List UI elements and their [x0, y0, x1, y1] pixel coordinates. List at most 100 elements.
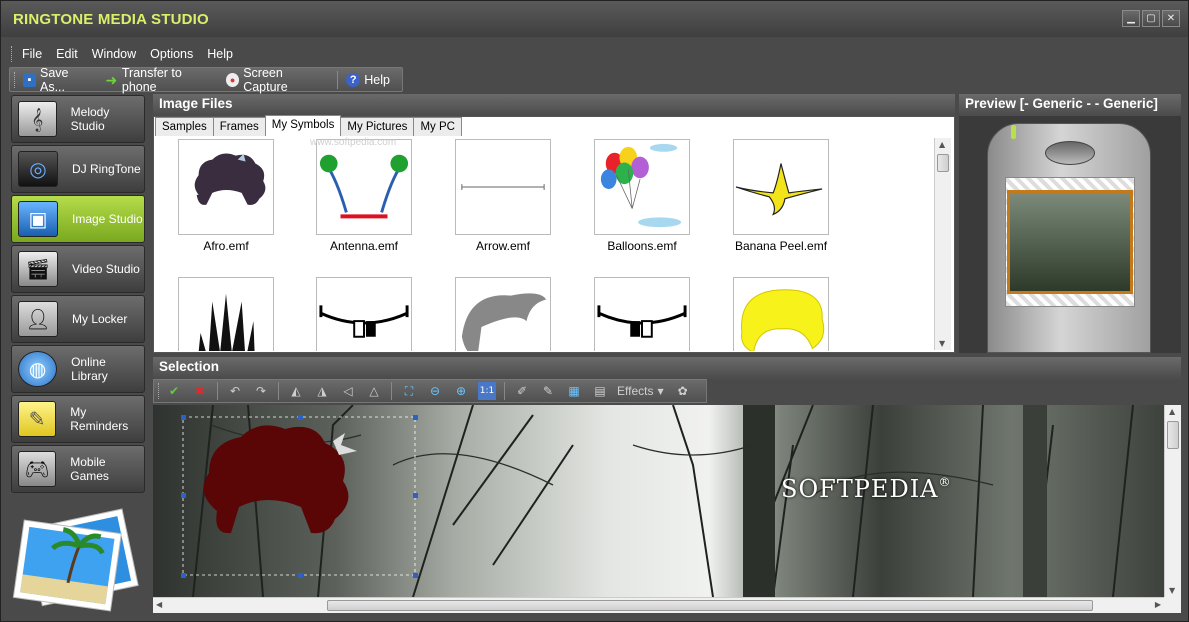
thumbnail-teeth[interactable]	[304, 277, 414, 351]
scroll-left-icon[interactable]: ◀	[156, 600, 162, 609]
sidebar-item-mobile-games[interactable]: 🎮︎ Mobile Games	[11, 445, 145, 493]
thumbnail-label: Arrow.emf	[475, 239, 530, 253]
selection-toolbar-grip	[158, 383, 161, 399]
teeth-icon	[594, 277, 690, 351]
scroll-down-icon[interactable]: ▼	[1169, 586, 1175, 595]
image-files-scrollbar[interactable]: ▲ ▼	[934, 138, 951, 350]
canvas-vertical-scrollbar[interactable]: ▲ ▼	[1164, 405, 1181, 597]
sidebar-item-image-studio[interactable]: ▣ Image Studio	[11, 195, 145, 243]
studio-sidebar: 𝄞 Melody Studio ◎ DJ RingTone ▣ Image St…	[11, 95, 147, 497]
selection-header: Selection	[153, 357, 1181, 379]
globe-icon: ◍	[18, 351, 58, 387]
spiky-hair-icon	[178, 277, 274, 351]
thumbnail-hair-wave[interactable]	[443, 277, 553, 351]
symbols-grid: Afro.emf Antenna.emf www.softpedia.com A…	[156, 137, 934, 351]
sidebar-item-my-locker[interactable]: 👤︎ My Locker	[11, 295, 145, 343]
sidebar-item-melody-studio[interactable]: 𝄞 Melody Studio	[11, 95, 145, 143]
app-title: RINGTONE MEDIA STUDIO	[13, 11, 209, 28]
sidebar-item-dj-ringtone[interactable]: ◎ DJ RingTone	[11, 145, 145, 193]
sidebar-item-label: Melody Studio	[70, 105, 110, 133]
scroll-up-icon[interactable]: ▲	[939, 140, 945, 149]
redo-icon[interactable]: ↷	[252, 382, 270, 400]
zoom-in-icon[interactable]: ⊕	[452, 382, 470, 400]
eyedropper-icon[interactable]: ✎	[539, 382, 557, 400]
effects-icon[interactable]: ▤	[591, 382, 609, 400]
separator	[391, 382, 392, 400]
close-button[interactable]: ✕	[1162, 10, 1180, 27]
canvas-horizontal-scrollbar[interactable]: ◀ ▶	[153, 597, 1164, 613]
screen-capture-button[interactable]: ● Screen Capture	[226, 66, 325, 94]
menu-window[interactable]: Window	[92, 47, 136, 61]
menu-file[interactable]: File	[22, 47, 42, 61]
screen-capture-label: Screen Capture	[243, 65, 288, 94]
tab-my-symbols[interactable]: My Symbols	[264, 115, 342, 136]
minimize-button[interactable]: ▁	[1122, 10, 1140, 27]
dj-icon: ◎	[18, 151, 58, 187]
thumbnail-banana-peel[interactable]: Banana Peel.emf	[721, 139, 831, 269]
rotate-left-icon[interactable]: ◁	[339, 382, 357, 400]
menu-help[interactable]: Help	[207, 47, 233, 61]
transfer-button[interactable]: ➜ Transfer to phone	[105, 66, 214, 94]
tab-my-pc[interactable]: My PC	[413, 117, 462, 136]
sidebar-item-online-library[interactable]: ◍ Online Library	[11, 345, 145, 393]
resize-grip-icon[interactable]	[1164, 597, 1181, 613]
arrow-icon	[455, 139, 551, 235]
scrollbar-thumb[interactable]	[937, 154, 949, 172]
scroll-up-icon[interactable]: ▲	[1169, 407, 1175, 416]
sidebar-item-label: Image Studio	[72, 212, 143, 226]
editing-canvas[interactable]	[153, 405, 1164, 597]
help-button[interactable]: ? Help	[346, 72, 390, 87]
forest-background	[181, 405, 1134, 597]
help-icon: ?	[346, 72, 361, 87]
thumbnail-antenna[interactable]: Antenna.emf www.softpedia.com	[304, 137, 414, 269]
scrollbar-thumb[interactable]	[327, 600, 1093, 611]
tab-my-pictures[interactable]: My Pictures	[340, 117, 415, 136]
zoom-out-icon[interactable]: ⊖	[426, 382, 444, 400]
effects-dropdown-icon[interactable]: ▼	[657, 387, 663, 396]
antenna-icon	[316, 139, 412, 235]
thumbnail-teeth-2[interactable]	[582, 277, 692, 351]
preview-header: Preview [- Generic - - Generic]	[959, 94, 1181, 116]
record-icon: ●	[226, 72, 240, 87]
sidebar-item-my-reminders[interactable]: ✎ My Reminders	[11, 395, 145, 443]
crop-icon[interactable]: ▦	[565, 382, 583, 400]
sidebar-item-video-studio[interactable]: 🎬︎ Video Studio	[11, 245, 145, 293]
thumbnail-hair-spikes[interactable]	[166, 277, 276, 351]
actual-size-icon[interactable]: 1:1	[478, 382, 496, 400]
menu-edit[interactable]: Edit	[56, 47, 78, 61]
sidebar-item-label: Mobile Games	[70, 455, 109, 483]
menu-options[interactable]: Options	[150, 47, 193, 61]
save-as-button[interactable]: ▪ Save As...	[22, 66, 93, 94]
thumbnail-balloons[interactable]: Balloons.emf	[582, 139, 692, 269]
maximize-button[interactable]: ▢	[1142, 10, 1160, 27]
thumbnail-arrow[interactable]: Arrow.emf	[443, 139, 553, 269]
sidebar-item-label: Online Library	[71, 355, 108, 383]
flip-horizontal-icon[interactable]: ◭	[287, 382, 305, 400]
undo-icon[interactable]: ↶	[226, 382, 244, 400]
image-tabs: Samples Frames My Symbols My Pictures My…	[155, 115, 462, 137]
hair-wave-icon	[455, 277, 551, 351]
scroll-right-icon[interactable]: ▶	[1155, 600, 1161, 609]
thumbnail-label: Afro.emf	[203, 239, 249, 253]
app-window: RINGTONE MEDIA STUDIO ▁ ▢ ✕ File Edit Wi…	[0, 0, 1189, 622]
cancel-icon[interactable]: ✖	[191, 382, 209, 400]
fit-icon[interactable]: ⛶	[400, 382, 418, 400]
mirror-icon[interactable]: ◮	[313, 382, 331, 400]
sidebar-item-label: My Locker	[72, 312, 128, 326]
scrollbar-thumb[interactable]	[1167, 421, 1179, 449]
effects-label[interactable]: Effects	[617, 384, 653, 398]
arrow-right-icon: ➜	[105, 71, 118, 88]
tab-samples[interactable]: Samples	[155, 117, 214, 136]
accept-icon[interactable]: ✔	[165, 382, 183, 400]
floppy-icon: ▪	[22, 72, 36, 87]
separator	[504, 382, 505, 400]
scroll-down-icon[interactable]: ▼	[939, 339, 945, 348]
settings-icon[interactable]: ✿	[674, 382, 692, 400]
thumbnail-afro[interactable]: Afro.emf	[166, 139, 276, 269]
thumbnail-yellow-hair[interactable]	[721, 277, 831, 351]
brush-icon[interactable]: ✐	[513, 382, 531, 400]
watermark: www.softpedia.com	[310, 137, 397, 148]
rotate-right-icon[interactable]: △	[365, 382, 383, 400]
balloons-icon	[594, 139, 690, 235]
tab-frames[interactable]: Frames	[212, 117, 266, 136]
